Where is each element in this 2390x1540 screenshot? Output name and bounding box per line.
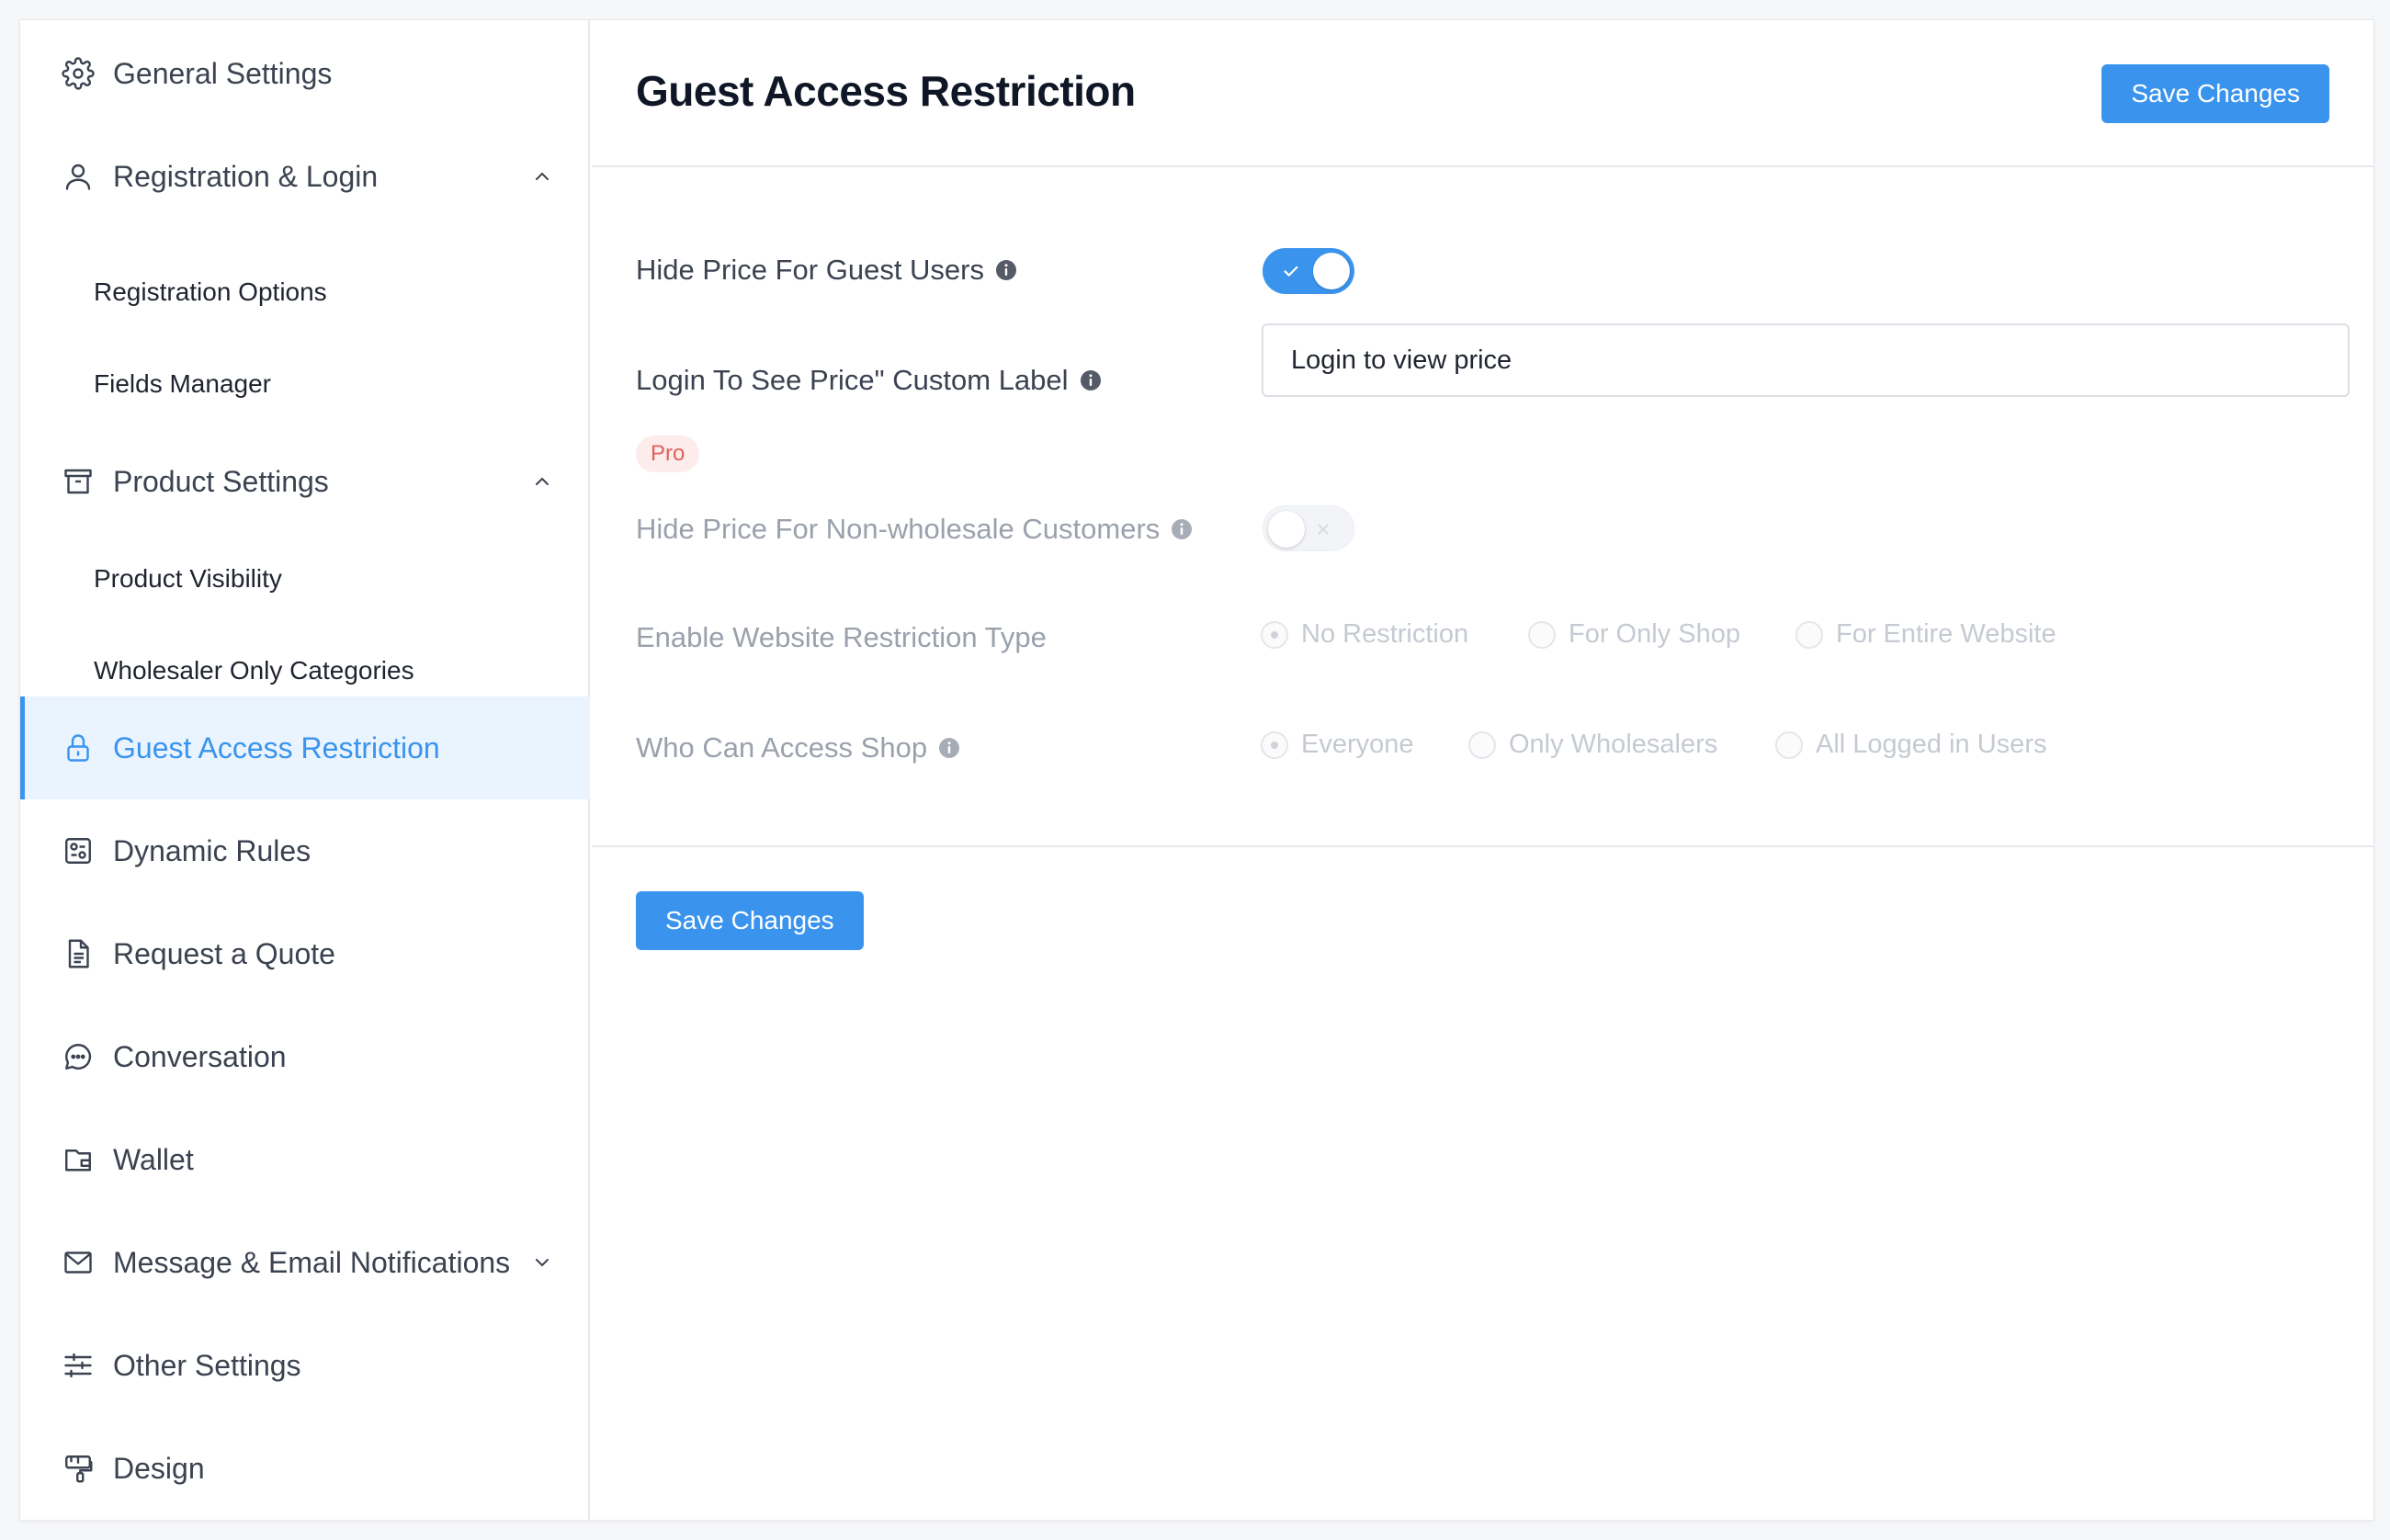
page-title: Guest Access Restriction [636,67,1136,115]
radio-label: For Only Shop [1569,619,1740,649]
hide-price-non-wholesale-row: Hide Price For Non-wholesale Customers [636,509,1193,549]
hide-price-non-wholesale-toggle[interactable] [1263,505,1354,551]
save-button-top[interactable]: Save Changes [2101,64,2329,123]
main-panel: Guest Access Restriction Save Changes Hi… [592,20,2373,1520]
sidebar-item-label: Guest Access Restriction [113,730,440,764]
sidebar-item-product-settings[interactable]: Product Settings [20,430,590,533]
envelope-icon [62,1246,95,1279]
setting-label: Login To See Price" Custom Label [636,364,1069,396]
info-icon[interactable] [1171,518,1193,540]
sidebar-item-label: Product Visibility [94,564,282,593]
setting-label: Hide Price For Guest Users [636,254,984,286]
sidebar-item-request-a-quote[interactable]: Request a Quote [20,902,590,1005]
radio-dot [1261,730,1288,759]
hide-price-guest-row: Hide Price For Guest Users [636,250,1017,290]
pro-badge: Pro [636,436,700,472]
sidebar: General Settings Registration & Login Re… [20,20,590,1520]
radio-dot [1795,620,1823,649]
sidebar-item-other-settings[interactable]: Other Settings [20,1314,590,1417]
sidebar-item-design[interactable]: Design [20,1417,590,1520]
radio-dot [1528,620,1556,649]
sidebar-item-registration-login[interactable]: Registration & Login [20,125,590,228]
chevron-up-icon[interactable] [531,165,553,187]
rules-icon [62,834,95,867]
sidebar-item-message-email-notifications[interactable]: Message & Email Notifications [20,1211,590,1314]
radio-for-only-shop[interactable]: For Only Shop [1528,619,1740,650]
settings-window: General Settings Registration & Login Re… [20,20,2373,1520]
who-can-access-row: Who Can Access Shop [636,728,960,768]
radio-no-restriction[interactable]: No Restriction [1261,619,1468,650]
sidebar-subitem-fields-manager[interactable]: Fields Manager [20,338,590,430]
info-icon[interactable] [1080,369,1102,391]
sidebar-item-wallet[interactable]: Wallet [20,1108,590,1211]
setting-label: Who Can Access Shop [636,731,928,764]
header-divider [592,165,2373,167]
sliders-icon [62,1349,95,1382]
setting-label: Enable Website Restriction Type [636,621,1047,653]
sidebar-item-label: Product Settings [113,464,329,498]
chat-bubble-icon [62,1040,95,1073]
sidebar-item-conversation[interactable]: Conversation [20,1005,590,1108]
sidebar-item-label: Conversation [113,1039,287,1073]
sidebar-subitem-registration-options[interactable]: Registration Options [20,246,590,338]
paint-roller-icon [62,1452,95,1485]
radio-only-wholesalers[interactable]: Only Wholesalers [1468,730,1717,760]
footer-divider [592,845,2373,847]
toggle-knob [1268,511,1305,548]
custom-label-input[interactable] [1262,323,2350,397]
sidebar-item-dynamic-rules[interactable]: Dynamic Rules [20,799,590,902]
restriction-type-row: Enable Website Restriction Type [636,617,1047,658]
radio-for-entire-website[interactable]: For Entire Website [1795,619,2056,650]
sidebar-item-label: General Settings [113,56,333,90]
radio-label: For Entire Website [1836,619,2056,649]
radio-label: Everyone [1301,730,1414,759]
radio-everyone[interactable]: Everyone [1261,730,1414,760]
check-icon [1284,266,1298,277]
lock-icon [62,731,95,764]
chevron-up-icon[interactable] [531,470,553,493]
custom-label-row: Login To See Price" Custom Label [636,360,1102,401]
sidebar-item-label: Wholesaler Only Categories [94,656,414,685]
save-button-bottom[interactable]: Save Changes [636,891,864,950]
radio-dot [1775,730,1803,759]
sidebar-item-general-settings[interactable]: General Settings [20,22,590,125]
hide-price-guest-toggle[interactable] [1263,248,1354,294]
sidebar-item-label: Registration Options [94,277,327,306]
radio-dot [1261,620,1288,649]
user-icon [62,160,95,193]
toggle-knob [1313,253,1350,289]
radio-label: All Logged in Users [1816,730,2047,759]
sidebar-item-label: Fields Manager [94,369,271,398]
wallet-icon [62,1143,95,1176]
setting-label: Hide Price For Non-wholesale Customers [636,513,1161,545]
document-icon [62,937,95,970]
sidebar-item-label: Request a Quote [113,936,335,970]
radio-dot [1468,730,1496,759]
chevron-down-icon[interactable] [531,1251,553,1274]
radio-label: Only Wholesalers [1509,730,1718,759]
archive-box-icon [62,465,95,498]
sidebar-subitem-product-visibility[interactable]: Product Visibility [20,533,590,625]
sidebar-item-label: Dynamic Rules [113,833,311,867]
gear-icon [62,57,95,90]
sidebar-item-guest-access-restriction[interactable]: Guest Access Restriction [20,696,590,799]
radio-all-logged-in-users[interactable]: All Logged in Users [1775,730,2046,760]
sidebar-item-label: Registration & Login [113,159,379,193]
sidebar-item-label: Message & Email Notifications [113,1245,511,1279]
sidebar-item-label: Design [113,1451,205,1485]
sidebar-item-label: Other Settings [113,1348,301,1382]
x-icon [1318,524,1329,535]
info-icon[interactable] [995,259,1017,281]
info-icon[interactable] [938,737,960,759]
radio-label: No Restriction [1301,619,1469,649]
sidebar-item-label: Wallet [113,1142,194,1176]
